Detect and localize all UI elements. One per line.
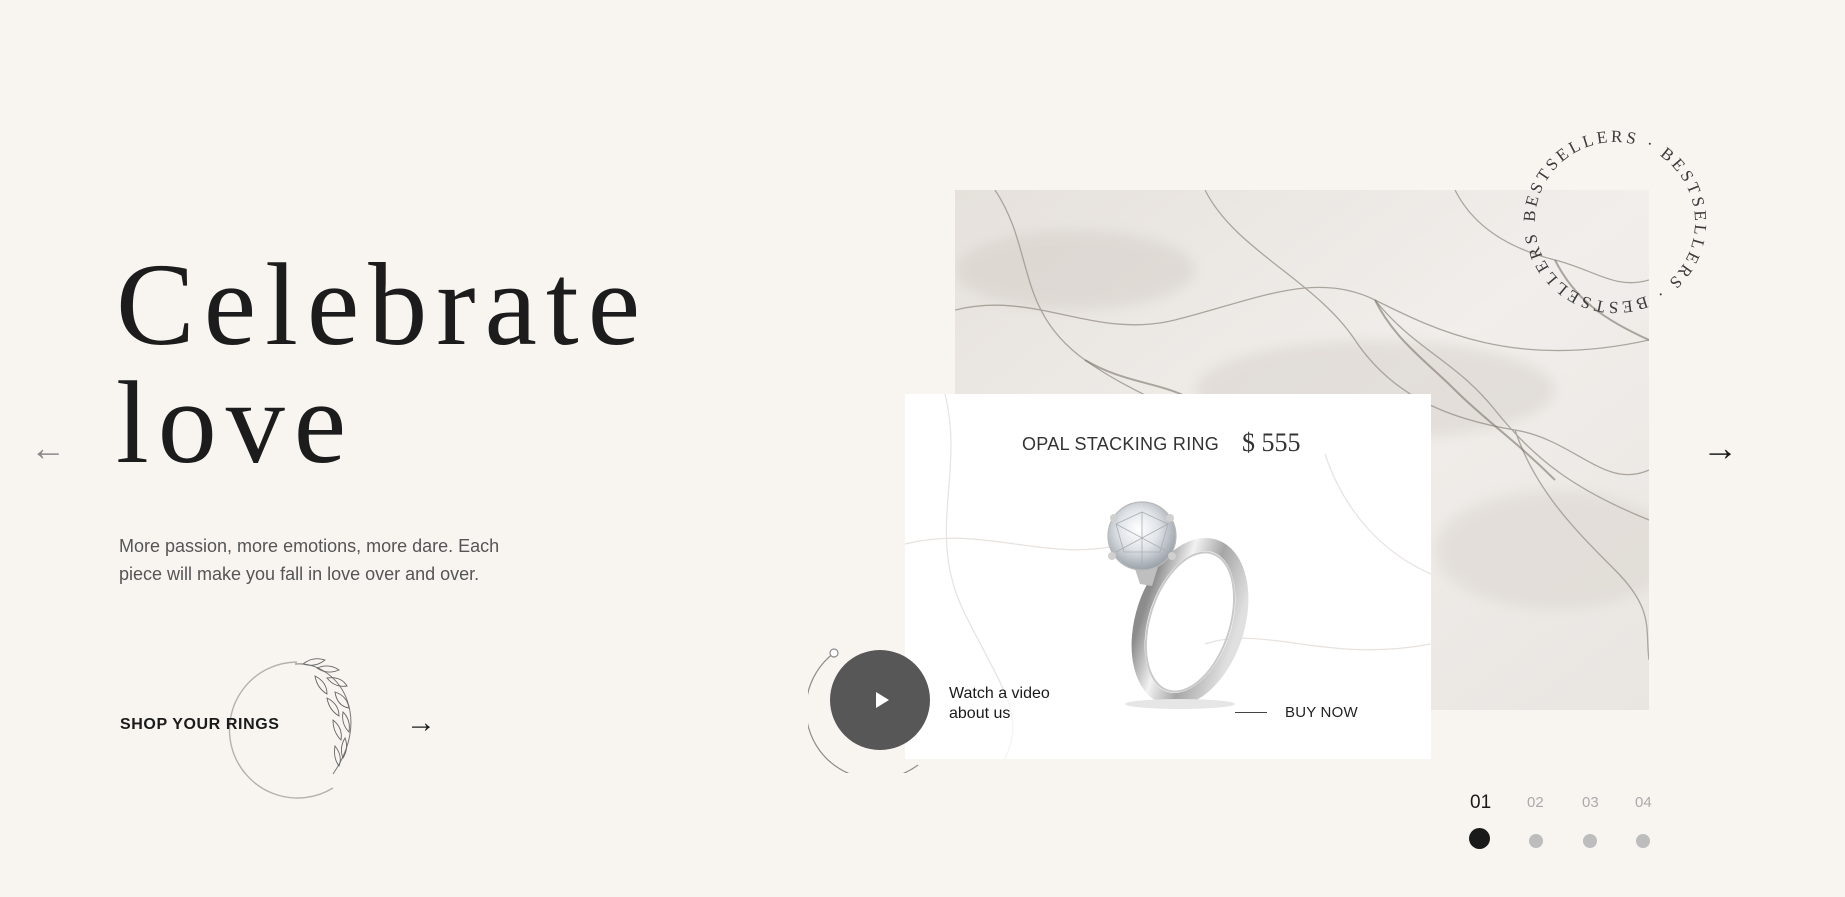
play-icon [875, 692, 889, 708]
page-dot-01[interactable] [1469, 828, 1490, 849]
hero-subtitle: More passion, more emotions, more dare. … [119, 536, 500, 584]
page-number-01[interactable]: 01 [1470, 792, 1491, 814]
page-dot-02[interactable] [1529, 834, 1543, 848]
shop-rings-link[interactable]: SHOP YOUR RINGS [120, 716, 280, 734]
svg-text:BESTSELLERS · BESTSELLERS · BE: BESTSELLERS · BESTSELLERS · BESTSELLERS … [1515, 122, 1710, 317]
hero-title-line1: Celebrate [116, 239, 650, 370]
badge-text: BESTSELLERS · BESTSELLERS · BESTSELLERS … [1515, 122, 1707, 317]
page-number-03[interactable]: 03 [1582, 794, 1599, 811]
hero-title: Celebrate love [116, 246, 649, 482]
page-dot-03[interactable] [1583, 834, 1597, 848]
bestsellers-badge: BESTSELLERS · BESTSELLERS · BESTSELLERS … [1515, 122, 1710, 317]
ring-image [1107, 501, 1249, 709]
hero-title-line2: love [116, 357, 356, 488]
watch-video-label[interactable]: Watch a video about us [949, 684, 1079, 724]
shop-arrow-icon[interactable]: → [406, 708, 436, 738]
page-number-04[interactable]: 04 [1635, 794, 1652, 811]
product-name: OPAL STACKING RING [1022, 434, 1220, 454]
product-price: $ 555 [1242, 428, 1301, 457]
page-dot-04[interactable] [1636, 834, 1650, 848]
arrow-left-icon[interactable]: ← [30, 430, 66, 466]
buy-now-button[interactable]: BUY NOW [1285, 704, 1358, 721]
page-number-02[interactable]: 02 [1527, 794, 1544, 811]
buy-now-line [1235, 712, 1267, 713]
play-video-button[interactable] [830, 650, 930, 750]
arrow-right-icon[interactable]: → [1702, 430, 1738, 466]
